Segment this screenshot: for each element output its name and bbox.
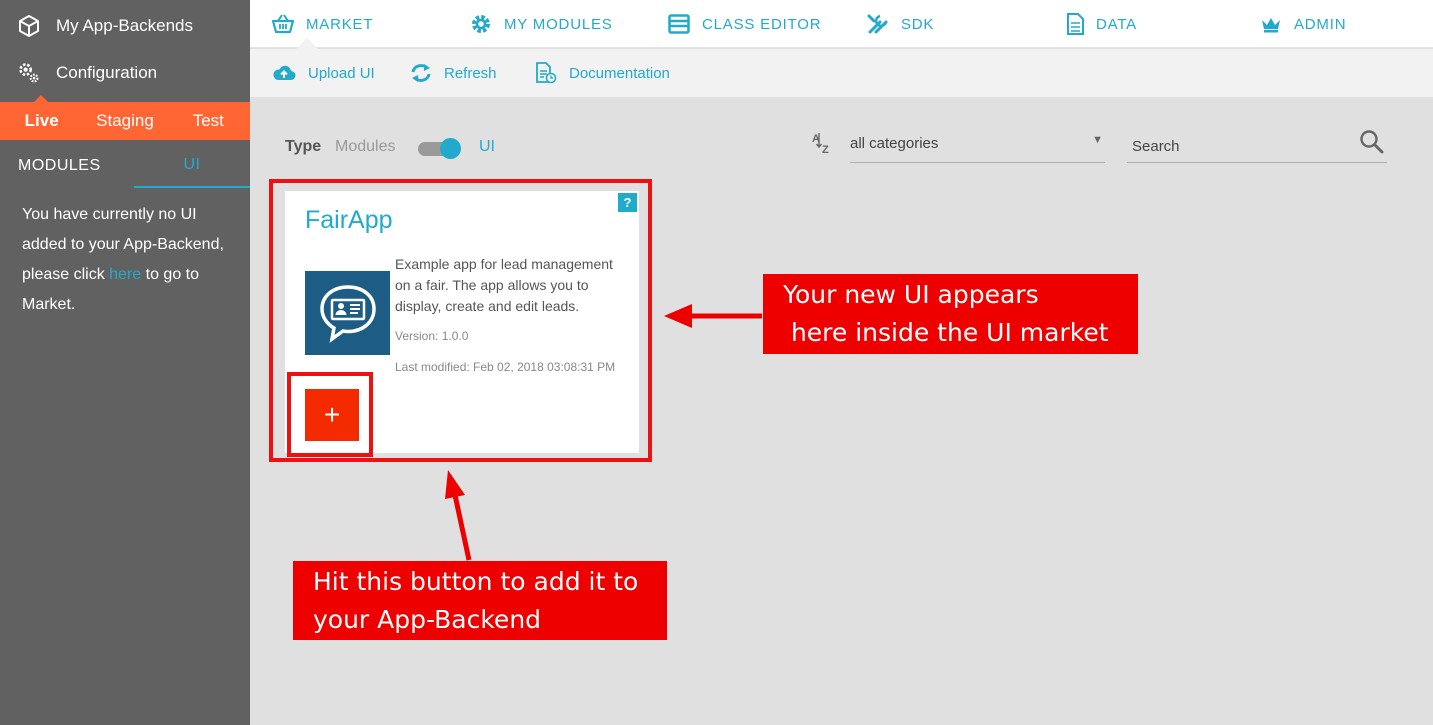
callout2-line2: your App-Backend — [313, 605, 542, 634]
callout1-line1: Your new UI appears — [783, 280, 1039, 309]
callout-hit-button: Hit this button to add it to your App-Ba… — [293, 561, 667, 640]
annotation-arrows — [445, 304, 762, 561]
callout2-line1: Hit this button to add it to — [313, 567, 639, 596]
arrow-to-card-head — [664, 304, 692, 328]
callout-ui-appears: Your new UI appears here inside the UI m… — [763, 274, 1138, 354]
callout1-line2: here inside the UI market — [783, 318, 1109, 347]
arrow-to-add-button — [452, 494, 472, 561]
arrow-to-add-button-head — [445, 470, 465, 499]
